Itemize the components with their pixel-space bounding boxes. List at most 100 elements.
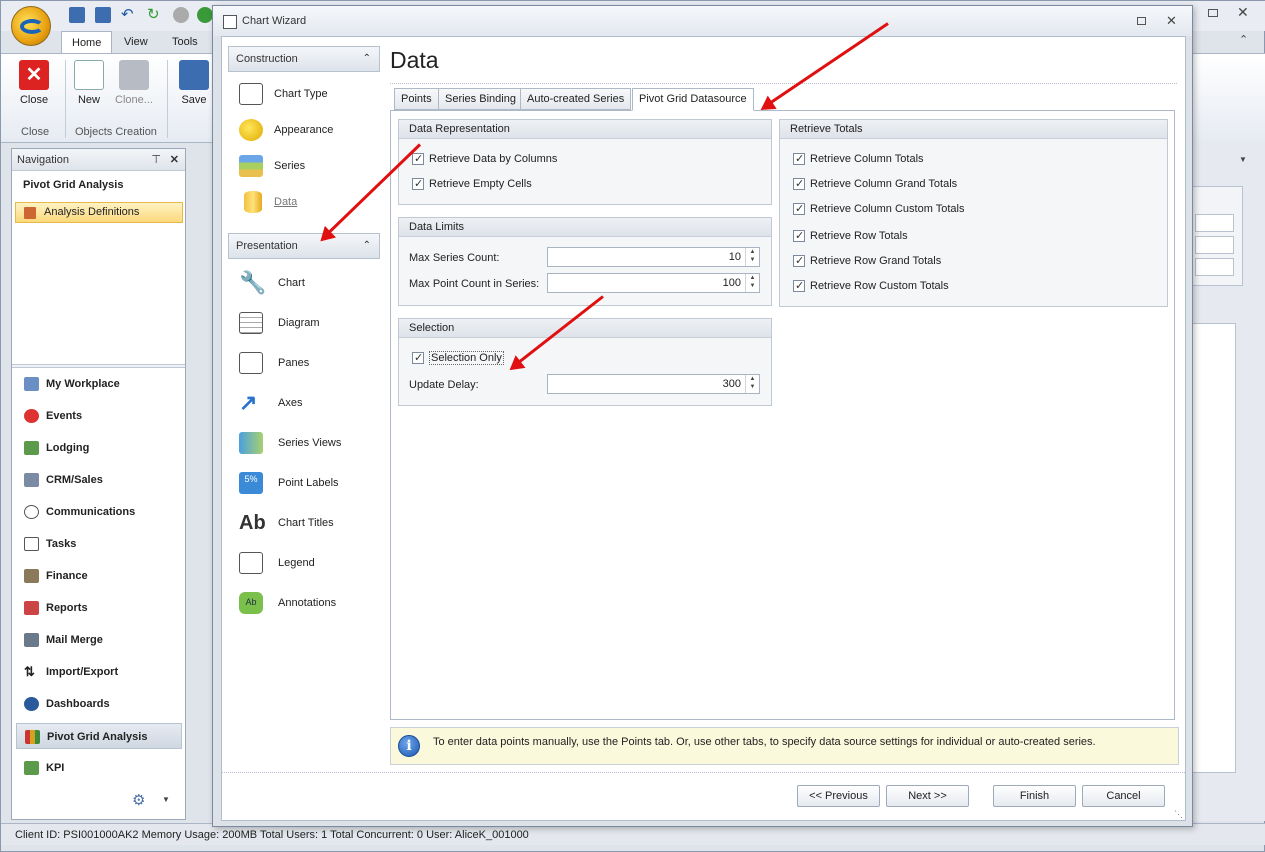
diagram-item[interactable]: Diagram bbox=[237, 309, 320, 337]
row-custom-totals-checkbox[interactable]: Retrieve Row Custom Totals bbox=[793, 278, 949, 294]
navigation-header: Navigation ⊤ ✕ bbox=[12, 149, 185, 171]
annotations-item[interactable]: Ab Annotations bbox=[237, 589, 336, 617]
point-labels-item[interactable]: 5% Point Labels bbox=[237, 469, 339, 497]
nav-label: Mail Merge bbox=[46, 634, 103, 646]
kpi-icon bbox=[24, 761, 39, 775]
nav-tasks[interactable]: Tasks bbox=[16, 531, 182, 557]
save-button[interactable]: Save bbox=[171, 60, 217, 106]
selection-only-checkbox[interactable]: Selection Only bbox=[412, 350, 504, 366]
nav-lodging[interactable]: Lodging bbox=[16, 435, 182, 461]
max-series-spinner[interactable]: 10 ▲ ▼ bbox=[547, 247, 760, 267]
close-pane-icon[interactable]: ✕ bbox=[170, 149, 179, 171]
panes-item[interactable]: Panes bbox=[237, 349, 309, 377]
background-field bbox=[1195, 236, 1234, 254]
tab-view[interactable]: View bbox=[114, 31, 158, 53]
refresh-icon[interactable]: ↻ bbox=[147, 7, 163, 23]
undo-icon[interactable]: ↶ bbox=[121, 7, 137, 23]
pane-splitter[interactable] bbox=[12, 364, 185, 368]
nav-events[interactable]: Events bbox=[16, 403, 182, 429]
group-header: Selection bbox=[399, 319, 771, 338]
column-grand-totals-checkbox[interactable]: Retrieve Column Grand Totals bbox=[793, 176, 957, 192]
checkbox-box bbox=[793, 201, 805, 217]
nav-pivot-grid-analysis[interactable]: Pivot Grid Analysis bbox=[16, 723, 182, 749]
nav-dashboards[interactable]: Dashboards bbox=[16, 691, 182, 717]
navigation-pane: Navigation ⊤ ✕ Pivot Grid Analysis Analy… bbox=[11, 148, 186, 820]
retrieve-empty-cells-checkbox[interactable]: Retrieve Empty Cells bbox=[412, 176, 532, 192]
app-minimize-button[interactable] bbox=[1208, 9, 1218, 17]
chart-titles-item[interactable]: Ab Chart Titles bbox=[237, 509, 334, 537]
tab-auto-created-series[interactable]: Auto-created Series bbox=[520, 88, 632, 110]
data-limits-group: Data Limits Max Series Count: 10 ▲ ▼ Max P… bbox=[398, 217, 772, 306]
column-custom-totals-checkbox[interactable]: Retrieve Column Custom Totals bbox=[793, 201, 964, 217]
pin-icon bbox=[24, 409, 39, 423]
retrieve-by-columns-checkbox[interactable]: Retrieve Data by Columns bbox=[412, 151, 557, 167]
ribbon-collapse-icon[interactable]: ⌃ bbox=[1239, 33, 1248, 46]
nav-finance[interactable]: Finance bbox=[16, 563, 182, 589]
up-icon[interactable] bbox=[173, 7, 189, 23]
chart-item[interactable]: 🔧 Chart bbox=[237, 269, 305, 297]
wizard-body: Construction ⌃ Chart Type Appearance Ser… bbox=[221, 36, 1186, 821]
column-totals-checkbox[interactable]: Retrieve Column Totals bbox=[793, 151, 924, 167]
nav-item-analysis-definitions[interactable]: Analysis Definitions bbox=[15, 202, 183, 223]
pin-icon[interactable]: ⊤ bbox=[151, 149, 161, 171]
tab-pivot-grid-datasource[interactable]: Pivot Grid Datasource bbox=[632, 88, 754, 111]
navigation-header-label: Navigation bbox=[17, 154, 69, 166]
previous-button[interactable]: << Previous bbox=[797, 785, 880, 807]
speech-bubble-icon bbox=[24, 505, 39, 519]
collapse-icon[interactable]: ⌃ bbox=[363, 234, 371, 258]
chart-type-item[interactable]: Chart Type bbox=[237, 80, 328, 108]
series-item[interactable]: Series bbox=[237, 152, 305, 180]
save-close-icon[interactable] bbox=[95, 7, 111, 23]
legend-icon bbox=[239, 552, 263, 574]
legend-item[interactable]: Legend bbox=[237, 549, 315, 577]
spin-arrows-icon[interactable]: ▲ ▼ bbox=[745, 375, 759, 393]
down-icon[interactable] bbox=[197, 7, 213, 23]
spin-arrows-icon[interactable]: ▲ ▼ bbox=[745, 248, 759, 266]
max-points-spinner[interactable]: 100 ▲ ▼ bbox=[547, 273, 760, 293]
nav-label: Import/Export bbox=[46, 666, 119, 678]
data-item[interactable]: Data bbox=[237, 188, 297, 216]
construction-group-header[interactable]: Construction ⌃ bbox=[228, 46, 380, 72]
next-button[interactable]: Next >> bbox=[886, 785, 969, 807]
application-menu-button[interactable] bbox=[11, 6, 51, 46]
nav-label: My Workplace bbox=[46, 378, 120, 390]
tab-series-binding[interactable]: Series Binding bbox=[438, 88, 523, 110]
close-icon[interactable]: ✕ bbox=[1166, 13, 1177, 29]
nav-import-export[interactable]: ⇅ Import/Export bbox=[16, 659, 182, 685]
gear-icon[interactable]: ⚙ bbox=[132, 791, 145, 809]
diagram-icon bbox=[239, 312, 263, 334]
point-labels-icon: 5% bbox=[239, 472, 263, 494]
chevron-down-icon[interactable]: ▼ bbox=[162, 795, 170, 804]
finish-button[interactable]: Finish bbox=[993, 785, 1076, 807]
appearance-item[interactable]: Appearance bbox=[237, 116, 333, 144]
row-grand-totals-checkbox[interactable]: Retrieve Row Grand Totals bbox=[793, 253, 941, 269]
close-icon: ✕ bbox=[19, 60, 49, 90]
spin-arrows-icon[interactable]: ▲ ▼ bbox=[745, 274, 759, 292]
tab-points[interactable]: Points bbox=[394, 88, 439, 110]
tab-tools[interactable]: Tools bbox=[162, 31, 208, 53]
new-button[interactable]: New bbox=[66, 60, 112, 106]
app-close-button[interactable]: ✕ bbox=[1237, 4, 1249, 21]
nav-crm-sales[interactable]: CRM/Sales bbox=[16, 467, 182, 493]
axes-item[interactable]: ↗ Axes bbox=[237, 389, 302, 417]
save-icon[interactable] bbox=[69, 7, 85, 23]
resize-grip-icon[interactable]: ⋱ bbox=[1174, 809, 1183, 820]
nav-communications[interactable]: Communications bbox=[16, 499, 182, 525]
presentation-group-header[interactable]: Presentation ⌃ bbox=[228, 233, 380, 259]
series-views-item[interactable]: Series Views bbox=[237, 429, 341, 457]
clone-button[interactable]: Clone... bbox=[111, 60, 157, 106]
close-button[interactable]: ✕ Close bbox=[11, 60, 57, 106]
cancel-button[interactable]: Cancel bbox=[1082, 785, 1165, 807]
row-totals-checkbox[interactable]: Retrieve Row Totals bbox=[793, 228, 908, 244]
nav-kpi[interactable]: KPI bbox=[16, 755, 182, 781]
max-series-label: Max Series Count: bbox=[409, 252, 500, 264]
checkbox-box bbox=[793, 151, 805, 167]
nav-reports[interactable]: Reports bbox=[16, 595, 182, 621]
collapse-icon[interactable]: ⌃ bbox=[363, 47, 371, 71]
update-delay-spinner[interactable]: 300 ▲ ▼ bbox=[547, 374, 760, 394]
tab-home[interactable]: Home bbox=[61, 31, 113, 53]
restore-icon[interactable] bbox=[1137, 17, 1146, 25]
nav-mail-merge[interactable]: Mail Merge bbox=[16, 627, 182, 653]
chevron-down-icon[interactable]: ▼ bbox=[1239, 155, 1247, 164]
nav-my-workplace[interactable]: My Workplace bbox=[16, 371, 182, 397]
